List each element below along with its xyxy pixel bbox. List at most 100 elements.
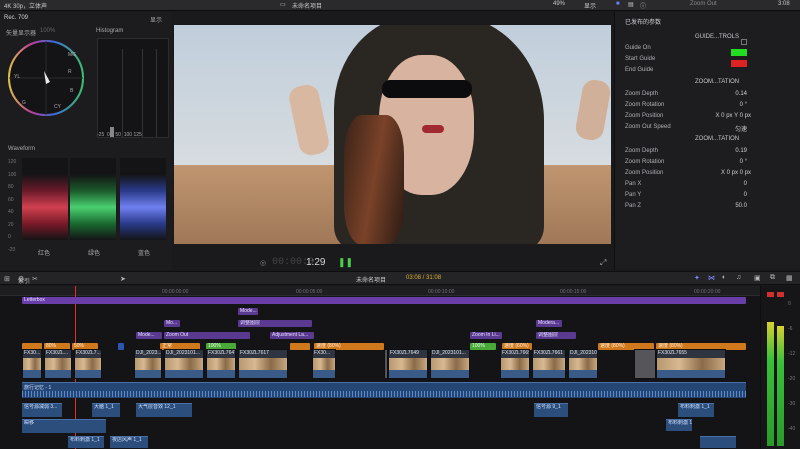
video-clip[interactable]: FX30ZL7... — [74, 349, 102, 379]
audio-clip[interactable]: 瞬移 — [22, 419, 106, 433]
audio-clip[interactable] — [700, 436, 736, 448]
inspector-row-value[interactable]: 50.0 — [735, 203, 747, 209]
title-clip[interactable]: Letterbox — [22, 297, 746, 304]
generator-clip[interactable]: Mode... — [238, 308, 258, 315]
video-clip[interactable]: FX30ZL7661 — [532, 349, 566, 379]
timecode-display[interactable]: 1:29 — [306, 257, 325, 268]
inspector-row-value[interactable]: 0 ° — [740, 159, 747, 165]
inspector-row[interactable]: Pan X 0 — [615, 179, 800, 190]
audio-clip[interactable]: 布料刺激 1_1 — [666, 419, 692, 431]
audio-skim-icon[interactable]: ◐ — [722, 274, 726, 281]
inspector-row-value[interactable]: 0 — [744, 181, 747, 187]
video-clip[interactable]: DJI_2023101... — [568, 349, 598, 379]
speed-bar[interactable]: 100% — [470, 343, 496, 350]
peak-indicator-left — [767, 292, 774, 297]
audio-clip[interactable]: 信号源减弱 3... — [22, 403, 62, 417]
inspector-row[interactable]: Zoom Rotation 0 ° — [615, 100, 800, 111]
video-clip-label: FX30ZL7669 — [502, 350, 530, 356]
end-guide-color[interactable] — [731, 60, 747, 67]
select-tool-icon[interactable]: ➤ — [120, 275, 126, 283]
tools-icon[interactable]: ✂ — [32, 275, 38, 283]
inspector-row[interactable]: Zoom Depth 0.19 — [615, 146, 800, 157]
video-clip[interactable]: FX30ZL7647 — [206, 349, 236, 379]
inspector-row[interactable]: Pan Y 0 — [615, 190, 800, 201]
titles-icon[interactable]: ▦ — [786, 274, 793, 282]
solo-icon[interactable]: ♫ — [736, 274, 741, 281]
video-clip[interactable]: DJI_2023... — [134, 349, 162, 379]
skimming-icon[interactable]: ✦ — [694, 274, 700, 282]
scope-display-menu[interactable]: 显示 — [150, 15, 162, 24]
video-clip-label: FX30ZL7647 — [208, 350, 236, 356]
timeline-ruler[interactable]: 00:00:00:00 00:00:05:00 00:00:10:00 00:0… — [0, 286, 760, 296]
zoom-level[interactable]: 49% — [553, 1, 565, 7]
inspector-row-value[interactable]: 匀速 — [735, 124, 747, 133]
video-clip[interactable]: FX30ZL... — [44, 349, 72, 379]
index-button[interactable]: 索引 — [18, 276, 30, 285]
timeline[interactable]: 00:00:00:00 00:00:05:00 00:00:10:00 00:0… — [0, 286, 760, 449]
video-clip[interactable]: DJI_2023101... — [430, 349, 470, 379]
generator-clip[interactable]: Mode... — [136, 332, 162, 339]
inspector-row[interactable]: Zoom Position X 0 px 0 px — [615, 168, 800, 179]
inspector-row[interactable]: End Guide — [615, 65, 800, 76]
generator-clip[interactable]: Adjustment La... — [270, 332, 314, 339]
generator-clip[interactable]: 调整图层 — [238, 320, 312, 327]
channel-green-label: 绿色 — [88, 251, 101, 257]
video-clip[interactable]: FX30ZL7649 — [388, 349, 428, 379]
generator-clip[interactable]: Mo... — [164, 320, 180, 327]
inspector-row-value[interactable]: X 0 px 0 px — [721, 170, 751, 176]
inspector-row-value[interactable]: 0 ° — [740, 102, 747, 108]
audio-clip[interactable]: 大气层音效 12_1 — [136, 403, 192, 417]
inspector-row[interactable]: ZOOM...TATION — [615, 77, 800, 88]
snapping-icon[interactable]: ⋈ — [708, 274, 715, 282]
transitions-icon[interactable]: ⧉ — [770, 274, 775, 282]
inspector-row[interactable]: Zoom Depth 0.14 — [615, 89, 800, 100]
info-icon[interactable]: ⓘ — [640, 1, 646, 10]
inspector-row-label: Zoom Position — [625, 170, 664, 176]
video-clip[interactable]: FX30ZL7655 — [656, 349, 726, 379]
audio-clip[interactable]: 布料刺激 1_1 — [678, 403, 714, 417]
start-guide-color[interactable] — [731, 49, 747, 56]
inspector-tab-icon[interactable]: ■ — [616, 1, 620, 7]
guide-on-checkbox[interactable] — [741, 39, 747, 45]
audio-clip[interactable]: 信号源 9_1 — [534, 403, 568, 417]
scope-header: Rec. 709 — [4, 15, 29, 21]
video-clip[interactable]: DJI_2023101... — [164, 349, 204, 379]
inspector-row[interactable]: GUIDE...TROLS — [615, 32, 800, 43]
view-menu[interactable]: 显示 — [584, 1, 596, 10]
generator-clip[interactable]: Zoom Out — [164, 332, 250, 339]
fullscreen-icon[interactable]: ⤢ — [600, 258, 606, 268]
generator-clip[interactable]: Zoom In Li... — [470, 332, 502, 339]
generator-clip[interactable]: Modera... — [536, 320, 562, 327]
layout-icon[interactable]: ⊞ — [4, 275, 10, 283]
video-clip[interactable]: FX30ZL7669 — [500, 349, 530, 379]
video-clip[interactable]: FX30... — [22, 349, 42, 379]
inspector-row[interactable]: Zoom Out Speed 匀速 — [615, 122, 800, 133]
generator-clip[interactable]: 调整图层 — [536, 332, 576, 339]
filter-icon[interactable]: ▤ — [628, 1, 634, 8]
inspector-row-value[interactable]: 0 — [744, 192, 747, 198]
inspector-row[interactable]: Start Guide — [615, 54, 800, 65]
speed-bar[interactable] — [290, 343, 310, 350]
audio-clip[interactable]: 布料刺激 1_1 — [68, 436, 104, 448]
gap-clip[interactable] — [634, 349, 656, 379]
inspector-row[interactable]: Zoom Position X 0 px Y 0 px — [615, 111, 800, 122]
inspector-row-value[interactable]: 0.19 — [735, 148, 747, 154]
inspector-row-value[interactable]: X 0 px Y 0 px — [716, 113, 751, 119]
speed-bar[interactable] — [118, 343, 124, 350]
inspector-row[interactable]: Pan Z 50.0 — [615, 201, 800, 212]
timeline-project-name[interactable]: 未命名项目 — [356, 275, 386, 284]
audio-clip[interactable]: 大脑 1_1 — [92, 403, 120, 417]
video-clip[interactable]: FX30ZL7617 — [238, 349, 288, 379]
duration: 3:08 — [778, 1, 790, 7]
gap-clip[interactable] — [384, 349, 388, 379]
inspector-row[interactable]: Guide On — [615, 43, 800, 54]
main-audio-track[interactable]: 旅行记忆 - 1 — [22, 382, 746, 398]
inspector-row[interactable]: ZOOM...TATION — [615, 134, 800, 145]
audio-clip[interactable]: 夜店风声 1_1 — [110, 436, 148, 448]
inspector-row[interactable]: Zoom Rotation 0 ° — [615, 157, 800, 168]
video-clip[interactable]: FX30... — [312, 349, 336, 379]
play-pause-icon[interactable]: ❚❚ — [338, 257, 353, 268]
viewer[interactable] — [174, 25, 611, 244]
inspector-row-value[interactable]: 0.14 — [735, 91, 747, 97]
effects-browser-icon[interactable]: ▣ — [754, 274, 761, 282]
